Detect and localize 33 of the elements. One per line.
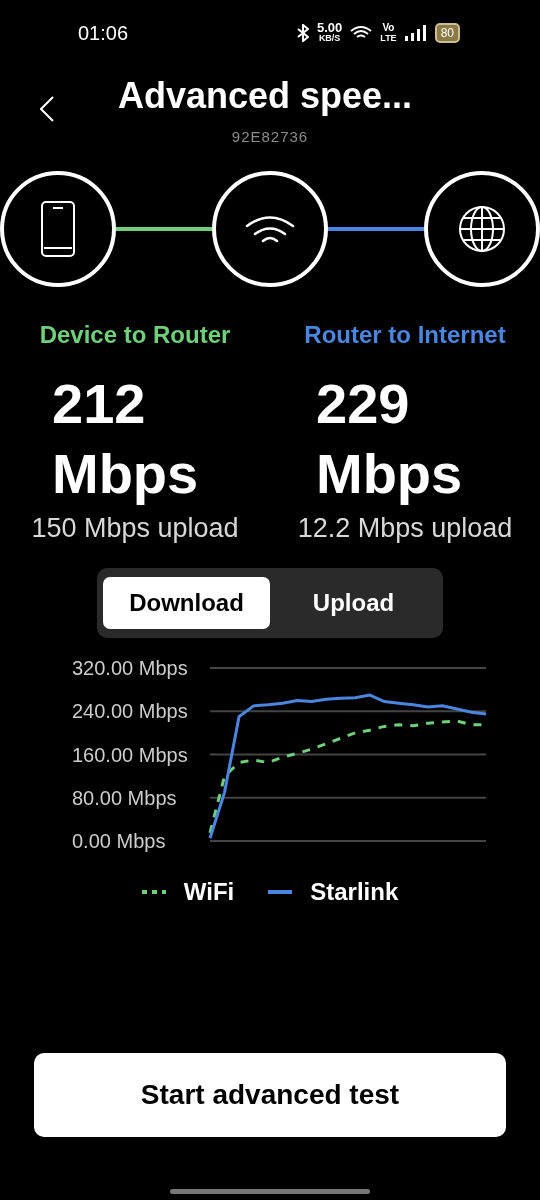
section-label: Device to Router xyxy=(39,321,231,349)
back-icon xyxy=(40,96,54,122)
globe-icon xyxy=(458,205,506,253)
volte-label: LTE xyxy=(380,33,397,44)
wifi-icon xyxy=(350,25,373,41)
upload-speed: 12.2 Mbps upload xyxy=(297,513,513,544)
volte-label: Vo xyxy=(382,22,395,33)
start-test-button[interactable]: Start advanced test xyxy=(34,1053,506,1137)
battery-indicator: 80 xyxy=(434,23,460,43)
phone-icon xyxy=(40,200,76,258)
tab[interactable]: Download xyxy=(103,577,270,629)
legend-label: Starlink xyxy=(310,878,399,906)
axis-label: 80.00 Mbps xyxy=(72,786,177,809)
bluetooth-icon xyxy=(297,24,309,42)
axis-label: 0.00 Mbps xyxy=(72,830,166,852)
tab[interactable]: Upload xyxy=(270,577,437,629)
net-unit: KB/S xyxy=(318,33,341,44)
page-title: Advanced spee... xyxy=(118,75,413,117)
upload-speed: 150 Mbps upload xyxy=(31,513,239,544)
legend-label: WiFi xyxy=(183,878,235,906)
axis-label: 240.00 Mbps xyxy=(72,700,188,723)
clock: 01:06 xyxy=(78,21,129,45)
wifi-icon xyxy=(245,215,295,243)
speed-value: 229 xyxy=(316,371,411,437)
axis-label: 320.00 Mbps xyxy=(72,657,188,679)
speed-value: 212 xyxy=(52,371,147,437)
signal-icon xyxy=(404,25,427,41)
device-id: 92E82736 xyxy=(230,128,310,145)
speed-unit: Mbps xyxy=(316,441,463,507)
speed-unit: Mbps xyxy=(52,441,199,507)
section-label: Router to Internet xyxy=(304,321,506,349)
axis-label: 160.00 Mbps xyxy=(72,743,188,766)
net-speed: 5.00 xyxy=(317,22,343,33)
